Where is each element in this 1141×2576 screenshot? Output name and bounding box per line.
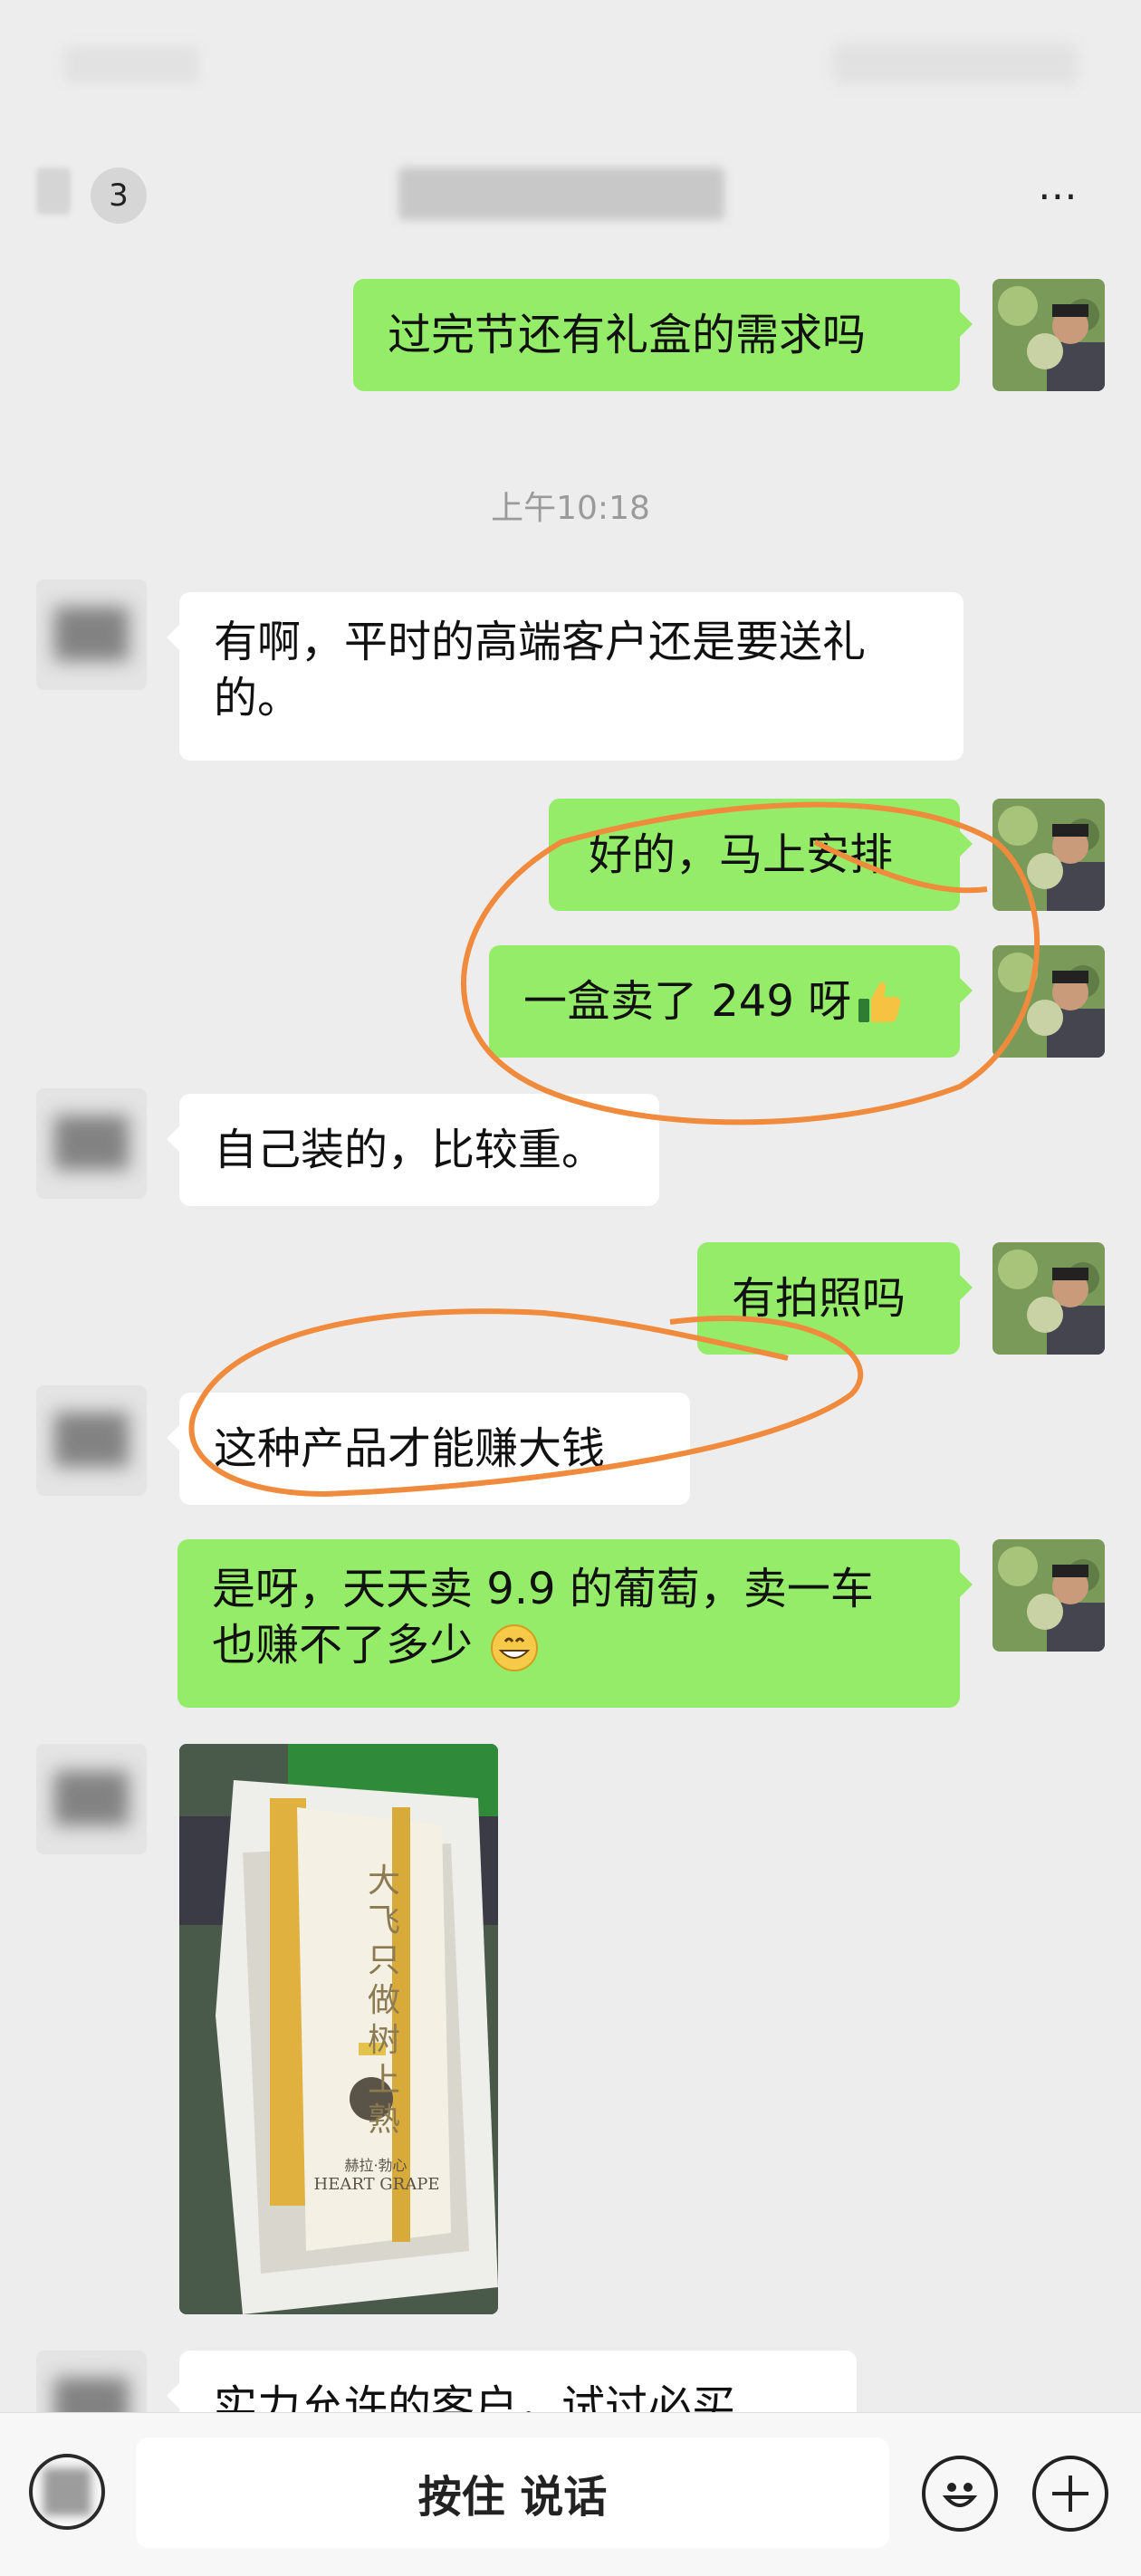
message-text: 有拍照吗 [732, 1273, 906, 1324]
message-text: 过完节还有礼盒的需求吗 [388, 310, 867, 360]
grinning-emoji [491, 1624, 539, 1671]
message-bubble-outgoing[interactable]: 是呀，天天卖 9.9 的葡萄，卖一车 也赚不了多少 [177, 1539, 973, 1708]
message-bubble-outgoing[interactable]: 过完节还有礼盒的需求吗 [353, 279, 973, 391]
contact-avatar[interactable] [36, 579, 147, 690]
box-brand-en: HEART GRAPE [313, 2175, 440, 2194]
my-avatar[interactable] [992, 945, 1105, 1058]
message-bubble-outgoing[interactable]: 好的，马上安排 [549, 799, 973, 911]
more-options-icon[interactable]: ⋯ [1031, 173, 1088, 219]
message-bubble-incoming[interactable]: 自己装的，比较重。 [167, 1094, 659, 1206]
message-text: 好的，马上安排 [589, 829, 894, 880]
timestamp: 上午10:18 [491, 490, 650, 527]
my-avatar[interactable] [992, 1539, 1105, 1652]
message-bubble-incoming[interactable]: 这种产品才能赚大钱 [167, 1393, 690, 1505]
my-avatar[interactable] [992, 279, 1105, 391]
message-text-line: 也赚不了多少 [212, 1617, 539, 1673]
plus-icon[interactable] [1032, 2456, 1108, 2532]
hold-to-talk-button[interactable]: 按住 说话 [136, 2437, 889, 2548]
my-avatar[interactable] [992, 1242, 1105, 1355]
thumbs-up-emoji [858, 982, 901, 1022]
unread-count-badge[interactable]: 3 [91, 168, 147, 224]
contact-avatar[interactable] [36, 1385, 147, 1496]
message-text-line: 的。 [214, 673, 302, 723]
voice-toggle-icon[interactable] [29, 2454, 105, 2530]
emoji-icon[interactable] [922, 2456, 998, 2532]
message-bubble-outgoing[interactable]: 有拍照吗 [697, 1242, 973, 1355]
message-text-line: 是呀，天天卖 9.9 的葡萄，卖一车 [212, 1564, 874, 1614]
message-text: 自己装的，比较重。 [214, 1125, 606, 1175]
message-text: 这种产品才能赚大钱 [214, 1423, 606, 1474]
box-brand-cn: 赫拉·勃心 [344, 2157, 408, 2174]
status-bar-time [63, 45, 199, 83]
status-bar-icons [833, 43, 1078, 85]
message-bubble-incoming[interactable]: 有啊，平时的高端客户还是要送礼 的。 [167, 592, 964, 761]
box-title: 大飞只做树上熟 [368, 1863, 401, 2139]
gift-box-photo[interactable]: 大飞只做树上熟 赫拉·勃心 HEART GRAPE [179, 1744, 498, 2314]
chat-title [398, 168, 724, 220]
my-avatar[interactable] [992, 799, 1105, 911]
message-bubble-outgoing[interactable]: 一盒卖了 249 呀 [489, 945, 973, 1058]
contact-avatar[interactable] [36, 1088, 147, 1199]
message-text: 一盒卖了 249 呀 [523, 976, 852, 1027]
message-text-line: 有啊，平时的高端客户还是要送礼 [214, 617, 867, 667]
contact-avatar[interactable] [36, 1744, 147, 1854]
back-icon[interactable] [36, 168, 71, 215]
